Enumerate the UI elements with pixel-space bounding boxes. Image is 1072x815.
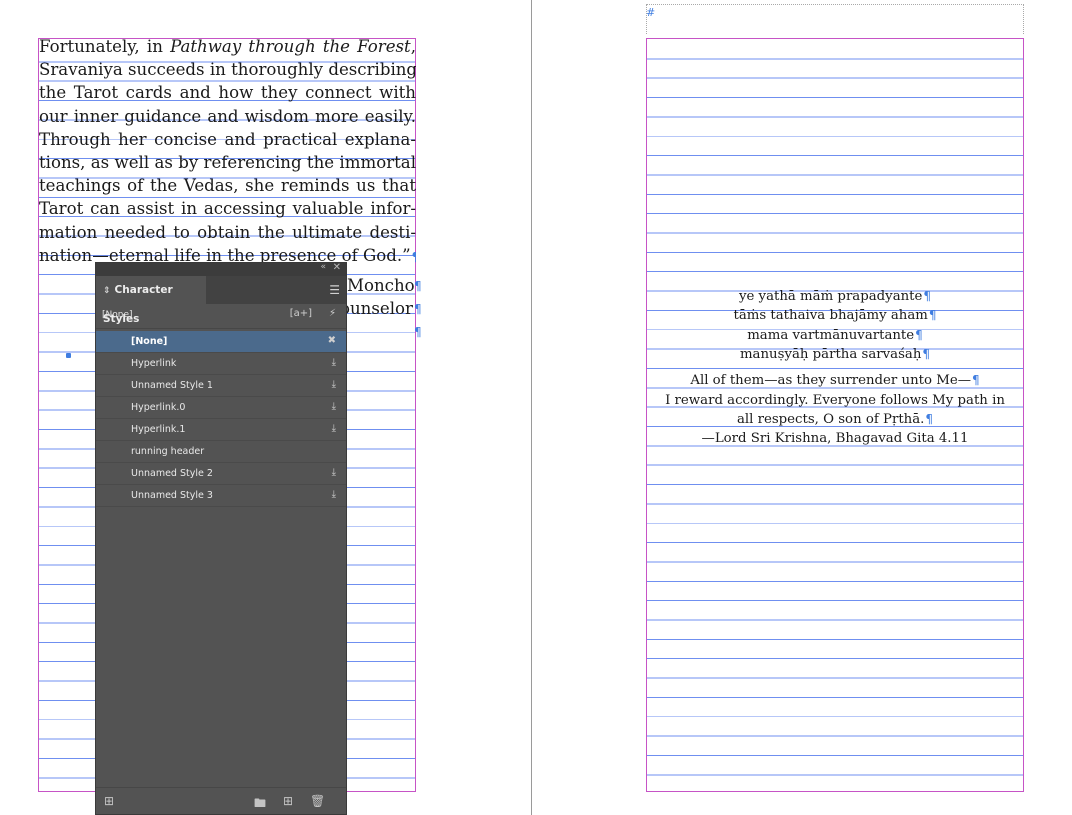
current-style-row: [None] [a+] ⚡ [96,304,346,329]
panel-menu-icon[interactable]: ☰ [329,283,340,297]
text-line: the Tarot cards and how they connect wit… [39,83,416,103]
style-name: [None] [131,336,168,347]
quick-apply-icon[interactable]: ⚡ [329,308,336,319]
import-icon: ⤓ [331,379,336,390]
style-name: running header [131,446,205,457]
translation-line: All of them—as they surrender unto Me—¶ [690,373,980,388]
text-line: our inner guidance and wisdom more easil… [39,106,416,126]
signature-name-text: Moncho [347,276,415,295]
close-icon[interactable]: ✕ [333,262,341,273]
new-style-group-icon[interactable]: [a+] [290,308,312,319]
style-row-unnamed-style-3[interactable]: Unnamed Style 3 ⤓ [96,485,346,507]
load-styles-icon[interactable]: ⊞ [104,794,114,808]
import-icon: ⤓ [331,489,336,500]
panel-tab-row: ⇕ Character Styles ☰ [96,276,346,325]
import-icon: ⤓ [331,423,336,434]
style-row-running-header[interactable]: running header [96,441,346,463]
spread-spine [531,0,532,815]
anchor-marker-icon [66,353,71,358]
style-name: Unnamed Style 3 [131,490,213,501]
end-of-story-mark: # [646,6,656,19]
style-row-unnamed-style-2[interactable]: Unnamed Style 2 ⤓ [96,463,346,485]
style-row-none[interactable]: [None] ✖ [96,331,346,353]
import-icon: ⤓ [331,467,336,478]
style-name: Hyperlink.1 [131,424,186,435]
left-page-text-frame[interactable]: Fortunately, in Pathway through the Fore… [39,35,416,269]
style-row-hyperlink-0[interactable]: Hyperlink.0 ⤓ [96,397,346,419]
pilcrow-mark: ¶ [414,325,422,339]
delete-trash-icon[interactable]: 🗑 [310,794,325,808]
panel-title-bar[interactable]: « ✕ [96,262,346,276]
character-styles-panel[interactable]: « ✕ ⇕ Character Styles ☰ [None] [a+] ⚡ [N… [95,262,347,815]
text-line: Fortunately, in Pathway through the Fore… [39,37,416,56]
current-style-label: [None] [102,310,133,320]
verse-line: manuṣyāḥ pārtha sarvaśaḥ¶ [739,347,931,362]
import-icon: ⤓ [331,401,336,412]
style-name: Unnamed Style 1 [131,380,213,391]
collapse-panel-icon[interactable]: « [320,262,326,272]
import-icon: ⤓ [331,357,336,368]
style-name: Hyperlink [131,358,177,369]
style-name: Hyperlink.0 [131,402,186,413]
locked-icon: ✖ [327,335,336,346]
text-line: Through her concise and practical explan… [39,129,416,149]
panel-footer: ⊞ 🖿 ⊞ 🗑 [96,787,346,814]
text-line: mation needed to obtain the ultimate des… [39,222,416,242]
pilcrow-mark: ¶ [414,279,422,293]
translation-line: all respects, O son of Pṛthā.¶ [736,412,934,427]
pilcrow-mark: ¶ [414,302,422,316]
new-group-folder-icon[interactable]: 🖿 [254,794,266,815]
tab-character-styles[interactable]: ⇕ Character Styles [96,276,206,325]
verse-line: mama vartmānuvartante¶ [747,328,923,343]
verse-line: tāṁs tathaiva bhajāmy aham¶ [733,308,937,323]
text-line: teachings of the Vedas, she reminds us t… [39,176,416,196]
header-text-frame[interactable] [646,4,1024,34]
attribution-line: —Lord Sri Krishna, Bhagavad Gita 4.11 [701,431,969,446]
style-row-hyperlink-1[interactable]: Hyperlink.1 ⤓ [96,419,346,441]
signature-title-text: ounselor [340,299,413,318]
translation-line: I reward accordingly. Everyone follows M… [665,393,1005,408]
text-line: Tarot can assist in accessing valuable i… [39,199,416,219]
style-name: Unnamed Style 2 [131,468,213,479]
pilcrow-mark: ¶ [412,250,416,264]
verse-line: ye yathā māṁ prapadyante¶ [738,289,932,304]
text-line: Sravaniya succeeds in thoroughly describ… [39,60,416,80]
style-row-hyperlink[interactable]: Hyperlink ⤓ [96,353,346,375]
chevron-updown-icon: ⇕ [103,286,111,296]
new-style-icon[interactable]: ⊞ [283,794,293,808]
style-list: [None] ✖ Hyperlink ⤓ Unnamed Style 1 ⤓ H… [96,331,346,507]
style-row-unnamed-style-1[interactable]: Unnamed Style 1 ⤓ [96,375,346,397]
text-line: tions, as well as by referencing the imm… [39,153,416,173]
